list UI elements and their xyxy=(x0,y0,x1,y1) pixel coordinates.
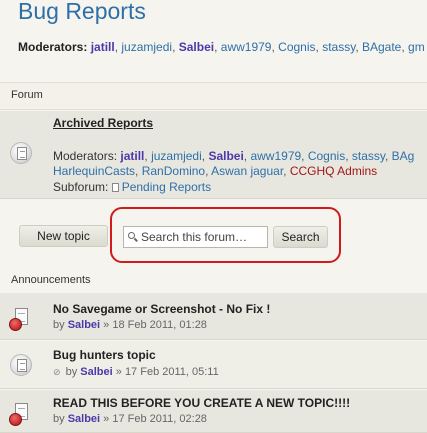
forum-header: Forum xyxy=(11,89,43,101)
separator: , xyxy=(355,40,362,54)
separator: , xyxy=(172,40,179,54)
moderator-link[interactable]: aww1979 xyxy=(250,149,301,163)
moderator-link[interactable]: jatill xyxy=(91,40,115,54)
topic-title-link[interactable]: No Savegame or Screenshot - No Fix ! xyxy=(53,302,270,316)
subforum-label: Subforum: xyxy=(53,180,109,194)
moderator-link[interactable]: jatill xyxy=(120,149,144,163)
list-item xyxy=(0,293,427,340)
annotation-highlight xyxy=(110,207,341,263)
topic-date: » 17 Feb 2011, 05:11 xyxy=(115,366,219,378)
moderator-link[interactable]: Cognis xyxy=(278,40,315,54)
topic-title-link[interactable]: READ THIS BEFORE YOU CREATE A NEW TOPIC!… xyxy=(53,396,350,410)
archived-moderators-line2: HarlequinCasts, RanDomino, Aswan jaguar,… xyxy=(53,164,377,178)
forum-header-bar xyxy=(0,82,427,110)
moderator-link[interactable]: HarlequinCasts xyxy=(53,164,135,178)
archived-moderators-label: Moderators: xyxy=(53,149,118,163)
moderator-link[interactable]: juzamjedi xyxy=(121,40,172,54)
topic-meta: by Salbei » 17 Feb 2011, 02:28 xyxy=(53,413,207,425)
moderator-link[interactable]: Cognis xyxy=(308,149,345,163)
separator: , xyxy=(385,149,392,163)
forum-link-archived-reports[interactable]: Archived Reports xyxy=(53,116,153,130)
subforum-link-pending-reports[interactable]: Pending Reports xyxy=(122,180,211,194)
subforum-line: Subforum: Pending Reports xyxy=(53,180,211,194)
topic-title-link[interactable]: Bug hunters topic xyxy=(53,348,156,362)
moderator-link[interactable]: aww1979 xyxy=(221,40,272,54)
moderator-link[interactable]: Salbei xyxy=(179,40,214,54)
separator: , xyxy=(283,164,290,178)
topic-author-link[interactable]: Salbei xyxy=(68,413,100,425)
moderator-link[interactable]: RanDomino xyxy=(142,164,205,178)
moderators-label: Moderators: xyxy=(18,40,88,54)
meta-by: by xyxy=(65,366,78,378)
forum-read-icon xyxy=(10,142,32,164)
moderator-link[interactable]: BAgate xyxy=(362,40,401,54)
moderator-link[interactable]: Salbei xyxy=(208,149,243,163)
moderator-link[interactable]: juzamjedi xyxy=(151,149,202,163)
topic-date: » 18 Feb 2011, 01:28 xyxy=(103,319,207,331)
moderator-link[interactable]: stassy xyxy=(322,40,355,54)
moderators-line: Moderators: jatill, juzamjedi, Salbei, a… xyxy=(18,40,425,54)
moderator-link[interactable]: stassy xyxy=(352,149,385,163)
topic-date: » 17 Feb 2011, 02:28 xyxy=(103,413,207,425)
announcement-icon xyxy=(9,402,33,426)
moderator-link[interactable]: BAg xyxy=(392,149,415,163)
topic-meta: by Salbei » 18 Feb 2011, 01:28 xyxy=(53,319,207,331)
separator: , xyxy=(214,40,221,54)
subforum-icon xyxy=(111,183,119,192)
moderator-link[interactable]: CCGHQ Admins xyxy=(290,164,377,178)
page-title: Bug Reports xyxy=(18,0,146,24)
separator: , xyxy=(345,149,352,163)
sticky-topic-icon xyxy=(10,354,32,376)
separator: , xyxy=(301,149,308,163)
announcement-icon xyxy=(9,307,33,331)
archived-moderators-line1: Moderators: jatill, juzamjedi, Salbei, a… xyxy=(53,149,414,163)
meta-by: by xyxy=(53,319,65,331)
topic-author-link[interactable]: Salbei xyxy=(80,366,112,378)
announcements-header: Announcements xyxy=(11,274,91,286)
meta-by: by xyxy=(53,413,65,425)
topic-meta: ⊘ by Salbei » 17 Feb 2011, 05:11 xyxy=(53,366,219,378)
attachment-icon: ⊘ xyxy=(53,367,61,377)
separator: , xyxy=(135,164,142,178)
new-topic-button[interactable]: New topic xyxy=(19,225,108,247)
topic-author-link[interactable]: Salbei xyxy=(68,319,100,331)
moderator-link[interactable]: gm xyxy=(408,40,425,54)
moderator-link[interactable]: Aswan jaguar xyxy=(211,164,283,178)
